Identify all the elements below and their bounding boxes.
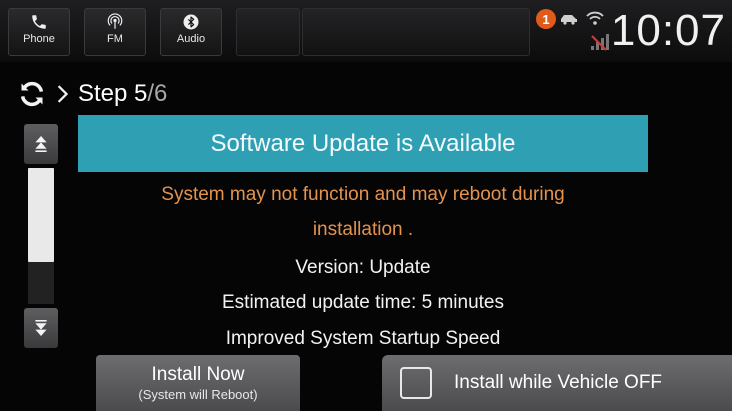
nav-fm-button[interactable]: FM (84, 8, 146, 56)
nav-audio-label: Audio (176, 33, 206, 45)
refresh-icon[interactable] (18, 80, 46, 108)
reboot-warning-line2: installation . (312, 219, 414, 240)
install-while-off-checkbox[interactable] (400, 367, 432, 399)
install-while-off-label: Install while Vehicle OFF (454, 372, 663, 393)
reboot-warning-line1: System may not function and may reboot d… (161, 184, 565, 205)
install-now-button[interactable]: Install Now (System will Reboot) (96, 355, 300, 411)
scroll-up-button[interactable] (24, 124, 58, 164)
breadcrumb: Step 5/6 (18, 74, 167, 114)
install-now-sublabel: (System will Reboot) (138, 387, 258, 402)
scroll-track[interactable] (28, 168, 54, 304)
wifi-icon (586, 11, 604, 25)
nav-phone-button[interactable]: Phone (8, 8, 70, 56)
nav-slot-empty (236, 8, 300, 56)
install-while-off-button[interactable]: Install while Vehicle OFF (382, 355, 732, 411)
scroll-thumb[interactable] (28, 168, 54, 262)
estimated-time-text: Estimated update time: 5 minutes (222, 292, 504, 313)
scroll-down-button[interactable] (24, 308, 58, 348)
double-arrow-down-icon (35, 320, 47, 336)
clock: 10:07 (610, 6, 726, 55)
top-bar: Phone FM Audio 1 10:07 (0, 0, 732, 62)
step-label: Step 5 (78, 80, 148, 107)
nav-audio-button[interactable]: Audio (160, 8, 222, 56)
bluetooth-icon (183, 14, 199, 30)
car-icon (561, 15, 577, 25)
double-arrow-up-icon (35, 136, 47, 152)
version-text: Version: Update (295, 257, 431, 278)
chevron-right-icon (57, 85, 69, 103)
nav-phone-label: Phone (23, 33, 55, 45)
radio-icon (107, 13, 123, 29)
update-available-banner: Software Update is Available (78, 115, 648, 172)
install-now-label: Install Now (151, 364, 245, 385)
phone-icon (32, 15, 46, 29)
nav-slot-empty (302, 8, 530, 56)
nav-fm-label: FM (107, 33, 123, 45)
scrollbar[interactable] (24, 124, 58, 348)
improvement-text: Improved System Startup Speed (225, 328, 501, 349)
step-total: /6 (147, 80, 168, 107)
notification-badge[interactable]: 1 (536, 9, 556, 29)
signal-off-icon (591, 34, 609, 51)
